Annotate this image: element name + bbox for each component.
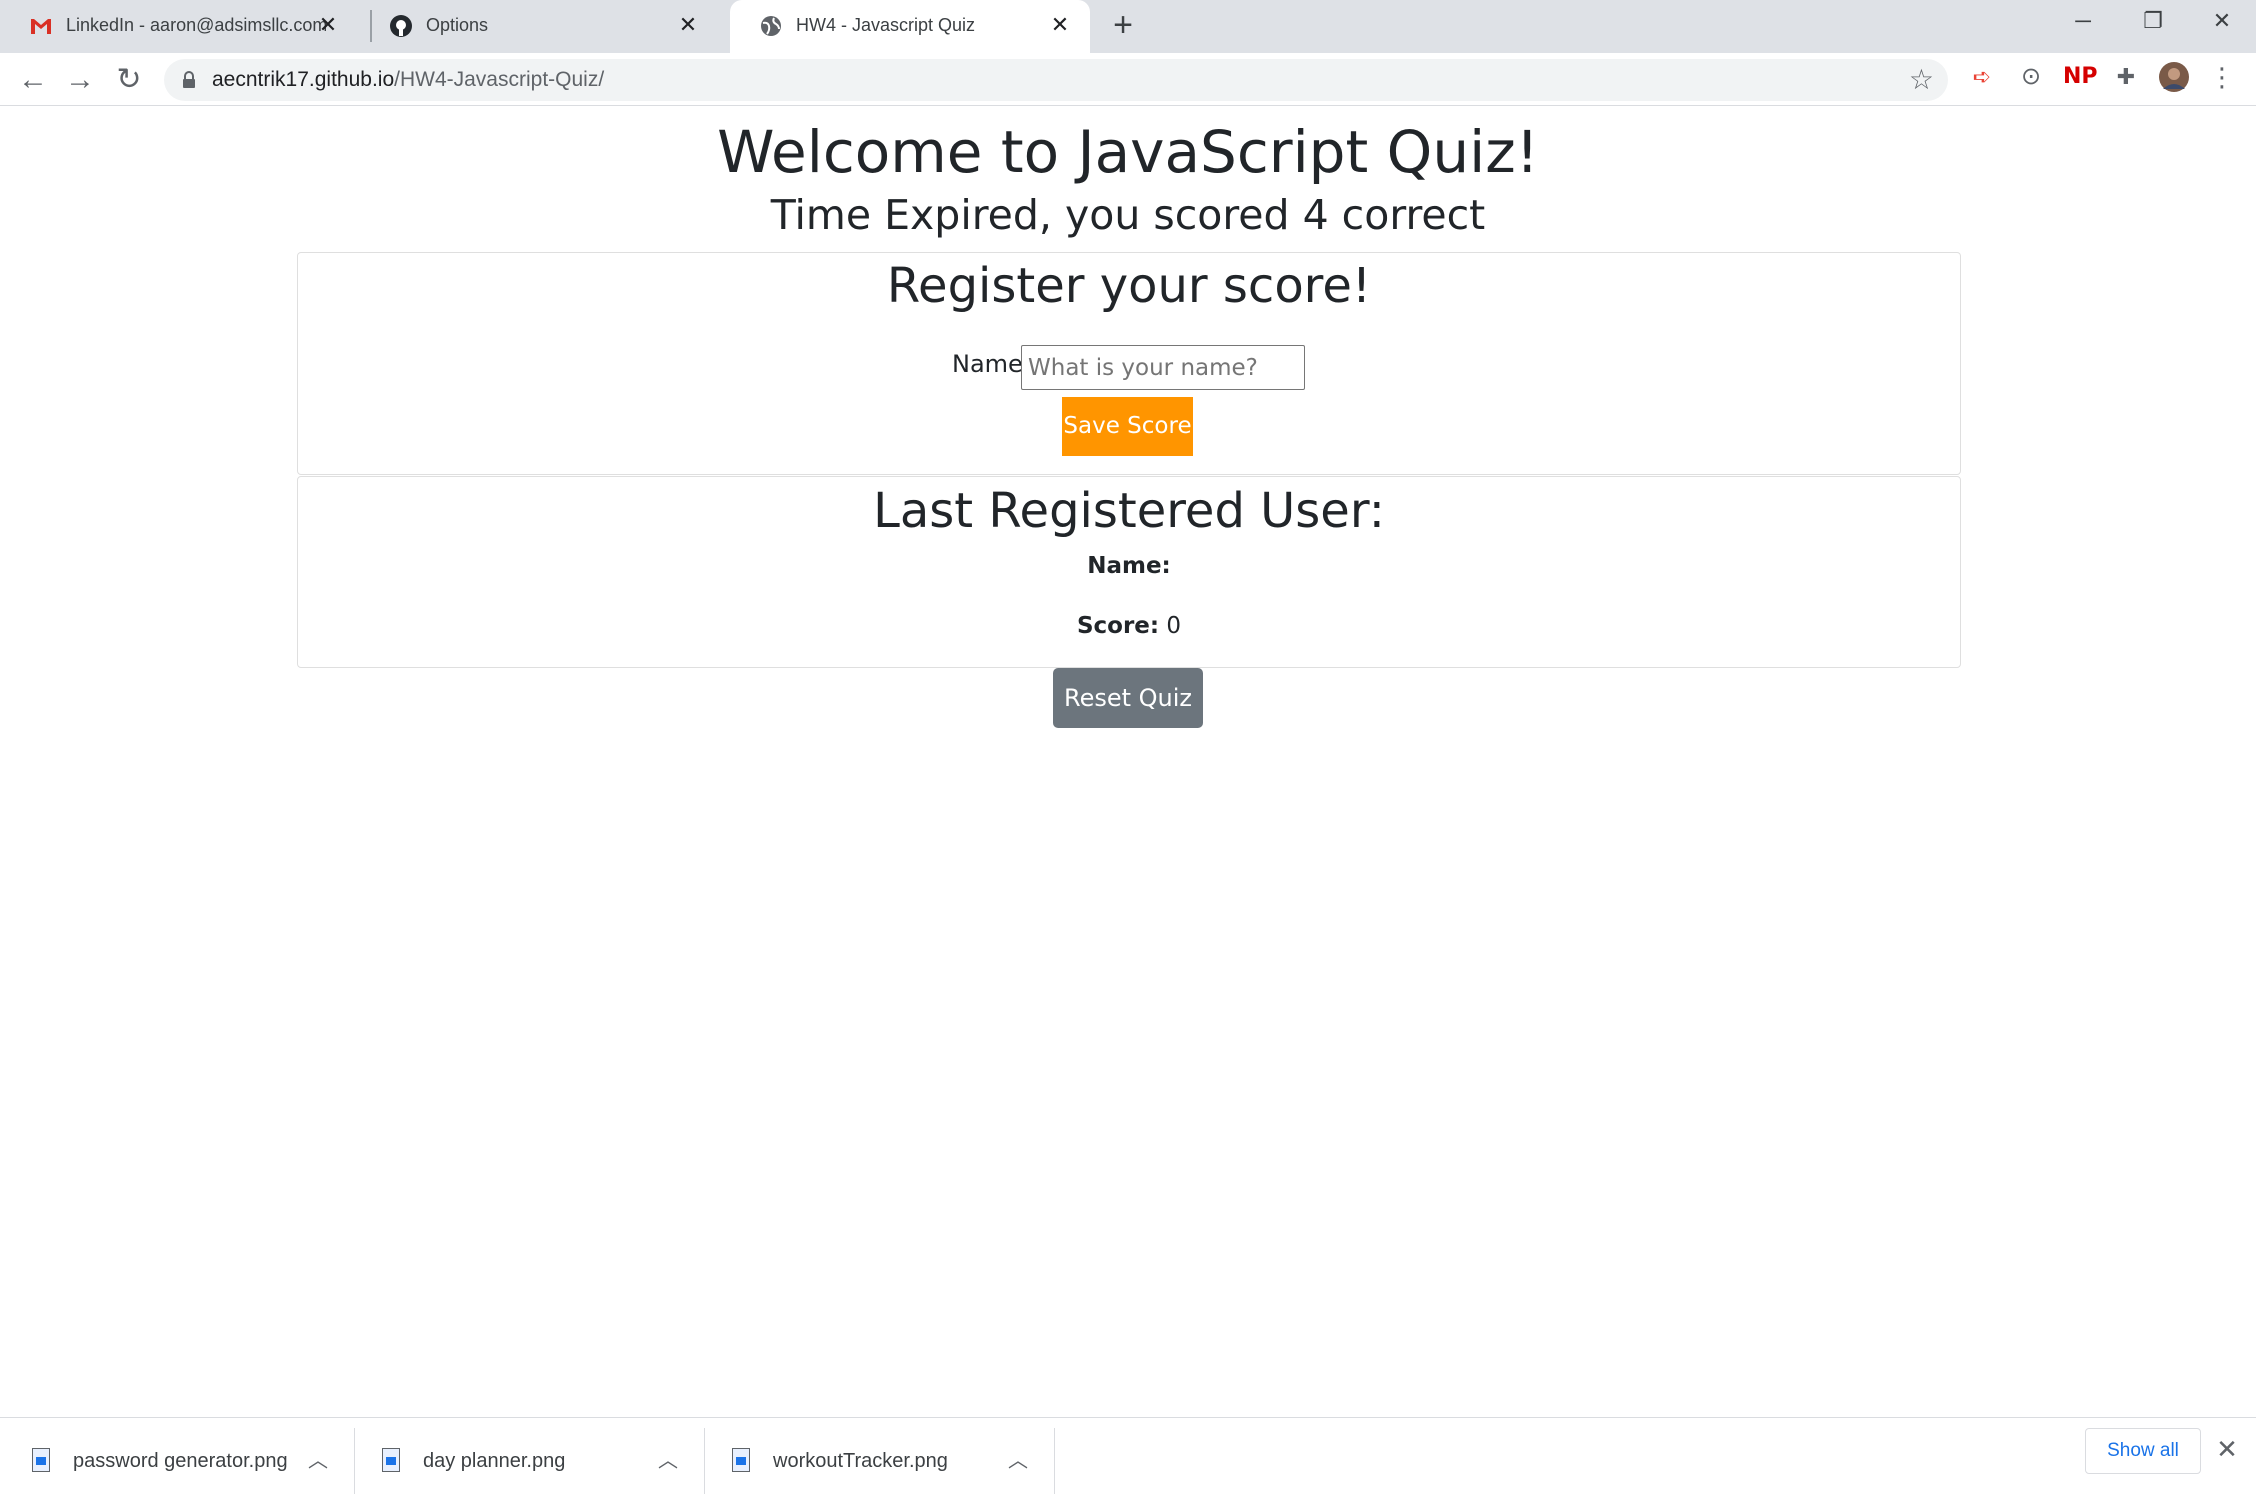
page-content: Welcome to JavaScript Quiz! Time Expired…: [0, 107, 2256, 1417]
last-user-score-label: Score:: [1076, 613, 1160, 639]
minimize-icon[interactable]: ─: [2063, 6, 2103, 36]
download-shelf: password generator.png ︿ day planner.png…: [0, 1417, 2256, 1504]
extension-circle-icon[interactable]: ⊙: [2016, 62, 2046, 92]
extension-arrow-icon[interactable]: ➪: [1967, 62, 1997, 92]
save-score-button[interactable]: Save Score: [1062, 397, 1193, 456]
lock-icon[interactable]: [182, 71, 196, 89]
download-filename: password generator.png: [73, 1450, 288, 1472]
image-file-icon: [732, 1448, 750, 1472]
tab-title: Options: [426, 15, 489, 35]
tab-linkedin[interactable]: LinkedIn - aaron@adsimsllc.com ✕: [0, 0, 358, 53]
image-file-icon: [382, 1448, 400, 1472]
last-user-card: Last Registered User: Name: Score: 0: [297, 476, 1961, 668]
last-user-heading: Last Registered User:: [873, 483, 1385, 539]
globe-icon: [761, 16, 781, 36]
register-card: Register your score! Name Save Score: [297, 252, 1961, 475]
register-heading: Register your score!: [886, 258, 1372, 314]
chevron-up-icon[interactable]: ︿: [1008, 1446, 1028, 1476]
close-icon[interactable]: ✕: [676, 13, 700, 37]
last-user-score-line: Score: 0: [298, 611, 1960, 641]
name-label: Name: [952, 350, 1023, 378]
reload-icon[interactable]: ↻: [112, 63, 146, 97]
menu-kebab-icon[interactable]: ⋮: [2207, 62, 2237, 92]
url-text[interactable]: aecntrik17.github.io/HW4-Javascript-Quiz…: [212, 68, 604, 92]
download-filename: day planner.png: [423, 1450, 566, 1472]
close-icon[interactable]: ✕: [316, 13, 340, 37]
close-icon[interactable]: ✕: [1048, 13, 1072, 37]
github-icon: [390, 15, 412, 37]
download-item[interactable]: workoutTracker.png ︿: [700, 1418, 1050, 1504]
restore-icon[interactable]: ❐: [2133, 6, 2173, 36]
close-icon[interactable]: ✕: [2212, 1434, 2242, 1464]
chevron-up-icon[interactable]: ︿: [658, 1446, 678, 1476]
forward-icon[interactable]: →: [63, 63, 97, 97]
image-file-icon: [32, 1448, 50, 1472]
download-divider: [1054, 1428, 1055, 1494]
name-input[interactable]: [1021, 345, 1305, 390]
chevron-up-icon[interactable]: ︿: [308, 1446, 328, 1476]
tab-title: LinkedIn - aaron@adsimsllc.com: [66, 15, 326, 35]
reset-quiz-button[interactable]: Reset Quiz: [1053, 668, 1203, 728]
profile-avatar[interactable]: [2159, 62, 2189, 92]
download-item[interactable]: password generator.png ︿: [0, 1418, 350, 1504]
last-user-score-value: 0: [1166, 613, 1182, 639]
back-icon[interactable]: ←: [16, 63, 50, 97]
extension-np-icon[interactable]: NP: [2063, 62, 2098, 92]
avatar-icon: [2159, 62, 2189, 92]
download-filename: workoutTracker.png: [773, 1450, 948, 1472]
last-user-name-label: Name:: [1087, 553, 1171, 579]
new-tab-button[interactable]: +: [1106, 8, 1140, 43]
tab-options[interactable]: Options ✕: [360, 0, 718, 53]
address-bar[interactable]: aecntrik17.github.io/HW4-Javascript-Quiz…: [164, 59, 1948, 101]
show-all-button[interactable]: Show all: [2085, 1428, 2201, 1474]
last-user-name-line: Name:: [298, 551, 1960, 581]
page-title: Welcome to JavaScript Quiz!: [717, 118, 1539, 186]
tab-title: HW4 - Javascript Quiz: [796, 15, 976, 35]
tab-strip: LinkedIn - aaron@adsimsllc.com ✕ Options…: [0, 0, 2256, 53]
download-item[interactable]: day planner.png ︿: [350, 1418, 700, 1504]
extensions-puzzle-icon[interactable]: ✚: [2111, 62, 2141, 92]
gmail-icon: [31, 19, 51, 34]
bookmark-star-icon[interactable]: ☆: [1909, 65, 1934, 95]
score-message: Time Expired, you scored 4 correct: [770, 191, 1486, 239]
browser-toolbar: ← → ↻ aecntrik17.github.io/HW4-Javascrip…: [0, 53, 2256, 106]
url-host: aecntrik17.github.io: [212, 68, 395, 91]
window-close-icon[interactable]: ✕: [2202, 6, 2242, 36]
url-path: /HW4-Javascript-Quiz/: [394, 68, 605, 91]
tab-quiz[interactable]: HW4 - Javascript Quiz ✕: [730, 0, 1090, 53]
